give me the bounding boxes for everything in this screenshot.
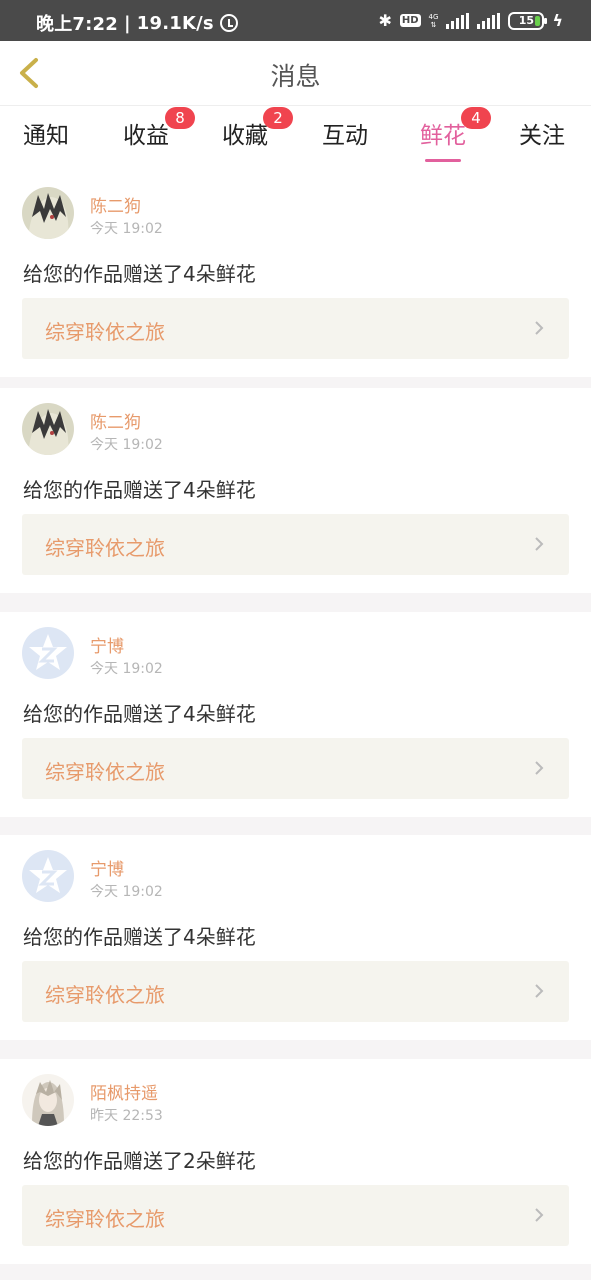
work-link[interactable]: 综穿聆依之旅 <box>22 514 569 575</box>
avatar[interactable] <box>22 403 74 455</box>
username[interactable]: 宁博 <box>90 632 124 657</box>
tab-favorites[interactable]: 收藏 2 <box>222 107 293 156</box>
status-bar: 晚上7:22 | 19.1K/s ✱ HD 4G ⇅ 15 ϟ <box>0 0 591 41</box>
tab-earnings[interactable]: 收益 8 <box>123 107 195 156</box>
chevron-right-icon <box>535 761 544 775</box>
work-link[interactable]: 综穿聆依之旅 <box>22 738 569 799</box>
bluetooth-icon: ✱ <box>378 10 392 30</box>
work-title: 综穿聆依之旅 <box>45 320 165 344</box>
tab-flowers[interactable]: 鲜花 4 <box>420 107 491 162</box>
work-link[interactable]: 综穿聆依之旅 <box>22 298 569 359</box>
avatar[interactable] <box>22 1074 74 1126</box>
timestamp: 昨天 22:53 <box>90 1108 163 1124</box>
timestamp: 今天 19:02 <box>90 437 163 453</box>
work-title: 综穿聆依之旅 <box>45 1207 165 1231</box>
tab-label: 收藏 <box>222 123 268 149</box>
message-card: 宁博 今天 19:02 给您的作品赠送了4朵鲜花 综穿聆依之旅 <box>0 612 591 817</box>
message-text: 给您的作品赠送了4朵鲜花 <box>23 702 256 726</box>
username[interactable]: 宁博 <box>90 855 124 880</box>
chevron-right-icon <box>535 1208 544 1222</box>
battery-icon: 15 <box>508 11 548 30</box>
signal-icon-2 <box>477 12 501 29</box>
tab-label: 关注 <box>519 123 565 149</box>
username[interactable]: 陈二狗 <box>90 192 141 217</box>
chevron-right-icon <box>535 537 544 551</box>
hd-icon: HD <box>399 14 421 27</box>
message-card: 陈二狗 今天 19:02 给您的作品赠送了4朵鲜花 综穿聆依之旅 <box>0 388 591 593</box>
timestamp: 今天 19:02 <box>90 221 163 237</box>
tab-bar: 通知 收益 8 收藏 2 互动 鲜花 4 关注 <box>0 106 591 172</box>
4g-icon: 4G ⇅ <box>428 12 439 29</box>
avatar[interactable] <box>22 850 74 902</box>
network-speed: 19.1K/s <box>136 12 214 34</box>
tab-follow[interactable]: 关注 <box>519 116 565 156</box>
message-card: 宁博 今天 19:02 给您的作品赠送了4朵鲜花 综穿聆依之旅 <box>0 835 591 1040</box>
avatar[interactable] <box>22 627 74 679</box>
signal-icon <box>446 12 470 29</box>
tab-label: 收益 <box>123 123 169 149</box>
timestamp: 今天 19:02 <box>90 661 163 677</box>
chevron-right-icon <box>535 984 544 998</box>
status-time: 晚上7:22 <box>36 14 118 35</box>
active-tab-indicator <box>425 159 461 162</box>
message-text: 给您的作品赠送了2朵鲜花 <box>23 1149 256 1173</box>
work-title: 综穿聆依之旅 <box>45 536 165 560</box>
message-card: 陌枫持遥 昨天 22:53 给您的作品赠送了2朵鲜花 综穿聆依之旅 <box>0 1059 591 1264</box>
status-separator: | <box>123 12 131 34</box>
tab-interaction[interactable]: 互动 <box>322 116 368 156</box>
tab-badge: 2 <box>263 107 293 129</box>
alarm-icon <box>219 14 238 32</box>
header: 消息 <box>0 41 591 106</box>
tab-badge: 4 <box>461 107 491 129</box>
status-left: 晚上7:22 | 19.1K/s <box>36 10 238 36</box>
username[interactable]: 陈二狗 <box>90 408 141 433</box>
message-text: 给您的作品赠送了4朵鲜花 <box>23 478 256 502</box>
page-title: 消息 <box>270 62 321 91</box>
charging-icon: ϟ <box>552 11 563 30</box>
username[interactable]: 陌枫持遥 <box>90 1079 158 1104</box>
work-title: 综穿聆依之旅 <box>45 760 165 784</box>
tab-label: 通知 <box>23 123 69 149</box>
work-link[interactable]: 综穿聆依之旅 <box>22 961 569 1022</box>
timestamp: 今天 19:02 <box>90 884 163 900</box>
message-card: 陈二狗 今天 19:02 给您的作品赠送了4朵鲜花 综穿聆依之旅 <box>0 172 591 377</box>
tab-label: 互动 <box>322 123 368 149</box>
work-title: 综穿聆依之旅 <box>45 983 165 1007</box>
tab-badge: 8 <box>165 107 195 129</box>
status-right: ✱ HD 4G ⇅ 15 ϟ <box>378 11 563 30</box>
message-text: 给您的作品赠送了4朵鲜花 <box>23 925 256 949</box>
battery-level: 15 <box>518 13 535 27</box>
work-link[interactable]: 综穿聆依之旅 <box>22 1185 569 1246</box>
tab-notification[interactable]: 通知 <box>23 116 69 156</box>
tab-label: 鲜花 <box>420 123 466 149</box>
avatar[interactable] <box>22 187 74 239</box>
chevron-right-icon <box>535 321 544 335</box>
message-text: 给您的作品赠送了4朵鲜花 <box>23 262 256 286</box>
